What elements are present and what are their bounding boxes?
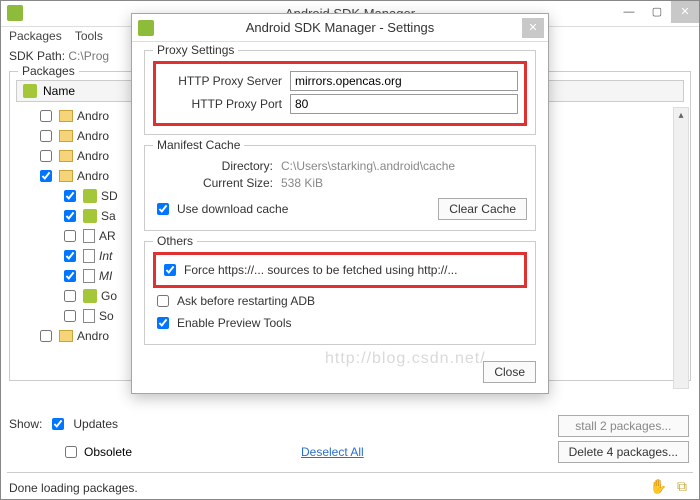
folder-icon xyxy=(59,130,73,142)
tree-checkbox[interactable] xyxy=(40,150,52,162)
scroll-up-icon[interactable]: ▴ xyxy=(674,108,688,124)
doc-icon xyxy=(83,269,95,283)
obsolete-label: Obsolete xyxy=(84,445,132,459)
tree-checkbox[interactable] xyxy=(64,230,76,242)
dialog-title: Android SDK Manager - Settings xyxy=(246,20,435,35)
minimize-button[interactable] xyxy=(615,1,643,23)
folder-icon xyxy=(59,330,73,342)
dialog-close-button[interactable]: Close xyxy=(483,361,536,383)
delete-packages-button[interactable]: Delete 4 packages... xyxy=(558,441,689,463)
use-cache-label: Use download cache xyxy=(177,202,288,216)
tree-checkbox[interactable] xyxy=(64,270,76,282)
updates-checkbox[interactable] xyxy=(52,418,64,430)
deselect-all-link[interactable]: Deselect All xyxy=(301,445,364,459)
tree-checkbox[interactable] xyxy=(40,130,52,142)
folder-icon xyxy=(59,170,73,182)
enable-preview-checkbox[interactable] xyxy=(157,317,169,329)
proxy-server-row: HTTP Proxy Server xyxy=(162,71,518,91)
proxy-server-label: HTTP Proxy Server xyxy=(162,74,282,88)
install-packages-button[interactable]: stall 2 packages... xyxy=(558,415,689,437)
android-icon xyxy=(83,189,97,203)
manifest-cache-fieldset: Manifest Cache Directory: C:\Users\stark… xyxy=(144,145,536,231)
proxy-port-row: HTTP Proxy Port xyxy=(162,94,518,114)
tree-checkbox[interactable] xyxy=(64,290,76,302)
force-http-highlight-box: Force https://... sources to be fetched … xyxy=(153,252,527,288)
cache-dir-label: Directory: xyxy=(153,159,273,173)
others-fieldset: Others Force https://... sources to be f… xyxy=(144,241,536,345)
cache-size-value: 538 KiB xyxy=(281,176,323,190)
close-window-button[interactable] xyxy=(671,1,699,23)
folder-icon xyxy=(59,150,73,162)
doc-icon xyxy=(83,229,95,243)
show-label: Show: xyxy=(9,417,42,431)
obsolete-row: Obsolete xyxy=(61,443,132,461)
status-icons: ✋ ⧉ xyxy=(650,478,687,495)
dialog-footer: Close xyxy=(144,355,536,383)
ask-adb-checkbox[interactable] xyxy=(157,295,169,307)
right-buttons: stall 2 packages... Delete 4 packages... xyxy=(558,415,689,463)
maximize-button[interactable] xyxy=(643,1,671,23)
dialog-body: Proxy Settings HTTP Proxy Server HTTP Pr… xyxy=(132,42,548,393)
tree-checkbox[interactable] xyxy=(64,250,76,262)
use-cache-checkbox[interactable] xyxy=(157,203,169,215)
proxy-port-label: HTTP Proxy Port xyxy=(162,97,282,111)
tree-checkbox[interactable] xyxy=(64,210,76,222)
android-icon xyxy=(23,84,37,98)
proxy-settings-fieldset: Proxy Settings HTTP Proxy Server HTTP Pr… xyxy=(144,50,536,135)
doc-icon xyxy=(83,309,95,323)
proxy-legend: Proxy Settings xyxy=(153,43,238,57)
window-buttons xyxy=(615,1,699,23)
tree-checkbox[interactable] xyxy=(64,190,76,202)
obsolete-checkbox[interactable] xyxy=(65,446,77,458)
menu-packages[interactable]: Packages xyxy=(9,29,62,43)
dialog-titlebar: Android SDK Manager - Settings ✕ xyxy=(132,14,548,42)
clear-cache-button[interactable]: Clear Cache xyxy=(438,198,527,220)
sdk-path-value: C:\Prog xyxy=(68,49,109,63)
tree-checkbox[interactable] xyxy=(40,330,52,342)
tree-checkbox[interactable] xyxy=(40,170,52,182)
doc-icon xyxy=(83,249,95,263)
updates-label: Updates xyxy=(73,417,118,431)
others-legend: Others xyxy=(153,234,197,248)
android-icon xyxy=(83,289,97,303)
dialog-app-icon xyxy=(138,20,154,36)
force-http-checkbox[interactable] xyxy=(164,264,176,276)
android-icon xyxy=(83,209,97,223)
menu-tools[interactable]: Tools xyxy=(75,29,103,43)
proxy-server-input[interactable] xyxy=(290,71,518,91)
proxy-port-input[interactable] xyxy=(290,94,518,114)
manifest-legend: Manifest Cache xyxy=(153,138,244,152)
tree-checkbox[interactable] xyxy=(64,310,76,322)
cache-size-label: Current Size: xyxy=(153,176,273,190)
scrollbar[interactable]: ▴ xyxy=(673,107,689,389)
force-http-label: Force https://... sources to be fetched … xyxy=(184,263,457,277)
statusbar-divider xyxy=(7,472,693,473)
dialog-close-icon[interactable]: ✕ xyxy=(522,18,544,38)
tree-checkbox[interactable] xyxy=(40,110,52,122)
main-window: Android SDK Manager Packages Tools SDK P… xyxy=(0,0,700,500)
sdk-path-label: SDK Path: xyxy=(9,49,65,63)
packages-group-title: Packages xyxy=(18,64,79,78)
enable-preview-label: Enable Preview Tools xyxy=(177,316,292,330)
download-log-icon[interactable]: ⧉ xyxy=(677,478,687,495)
folder-icon xyxy=(59,110,73,122)
settings-dialog: Android SDK Manager - Settings ✕ Proxy S… xyxy=(131,13,549,394)
app-icon xyxy=(7,5,23,21)
status-text: Done loading packages. xyxy=(9,481,138,495)
stop-icon[interactable]: ✋ xyxy=(650,478,667,495)
cache-dir-value: C:\Users\starking\.android\cache xyxy=(281,159,455,173)
name-column: Name xyxy=(43,84,75,98)
proxy-highlight-box: HTTP Proxy Server HTTP Proxy Port xyxy=(153,61,527,126)
ask-adb-label: Ask before restarting ADB xyxy=(177,294,315,308)
